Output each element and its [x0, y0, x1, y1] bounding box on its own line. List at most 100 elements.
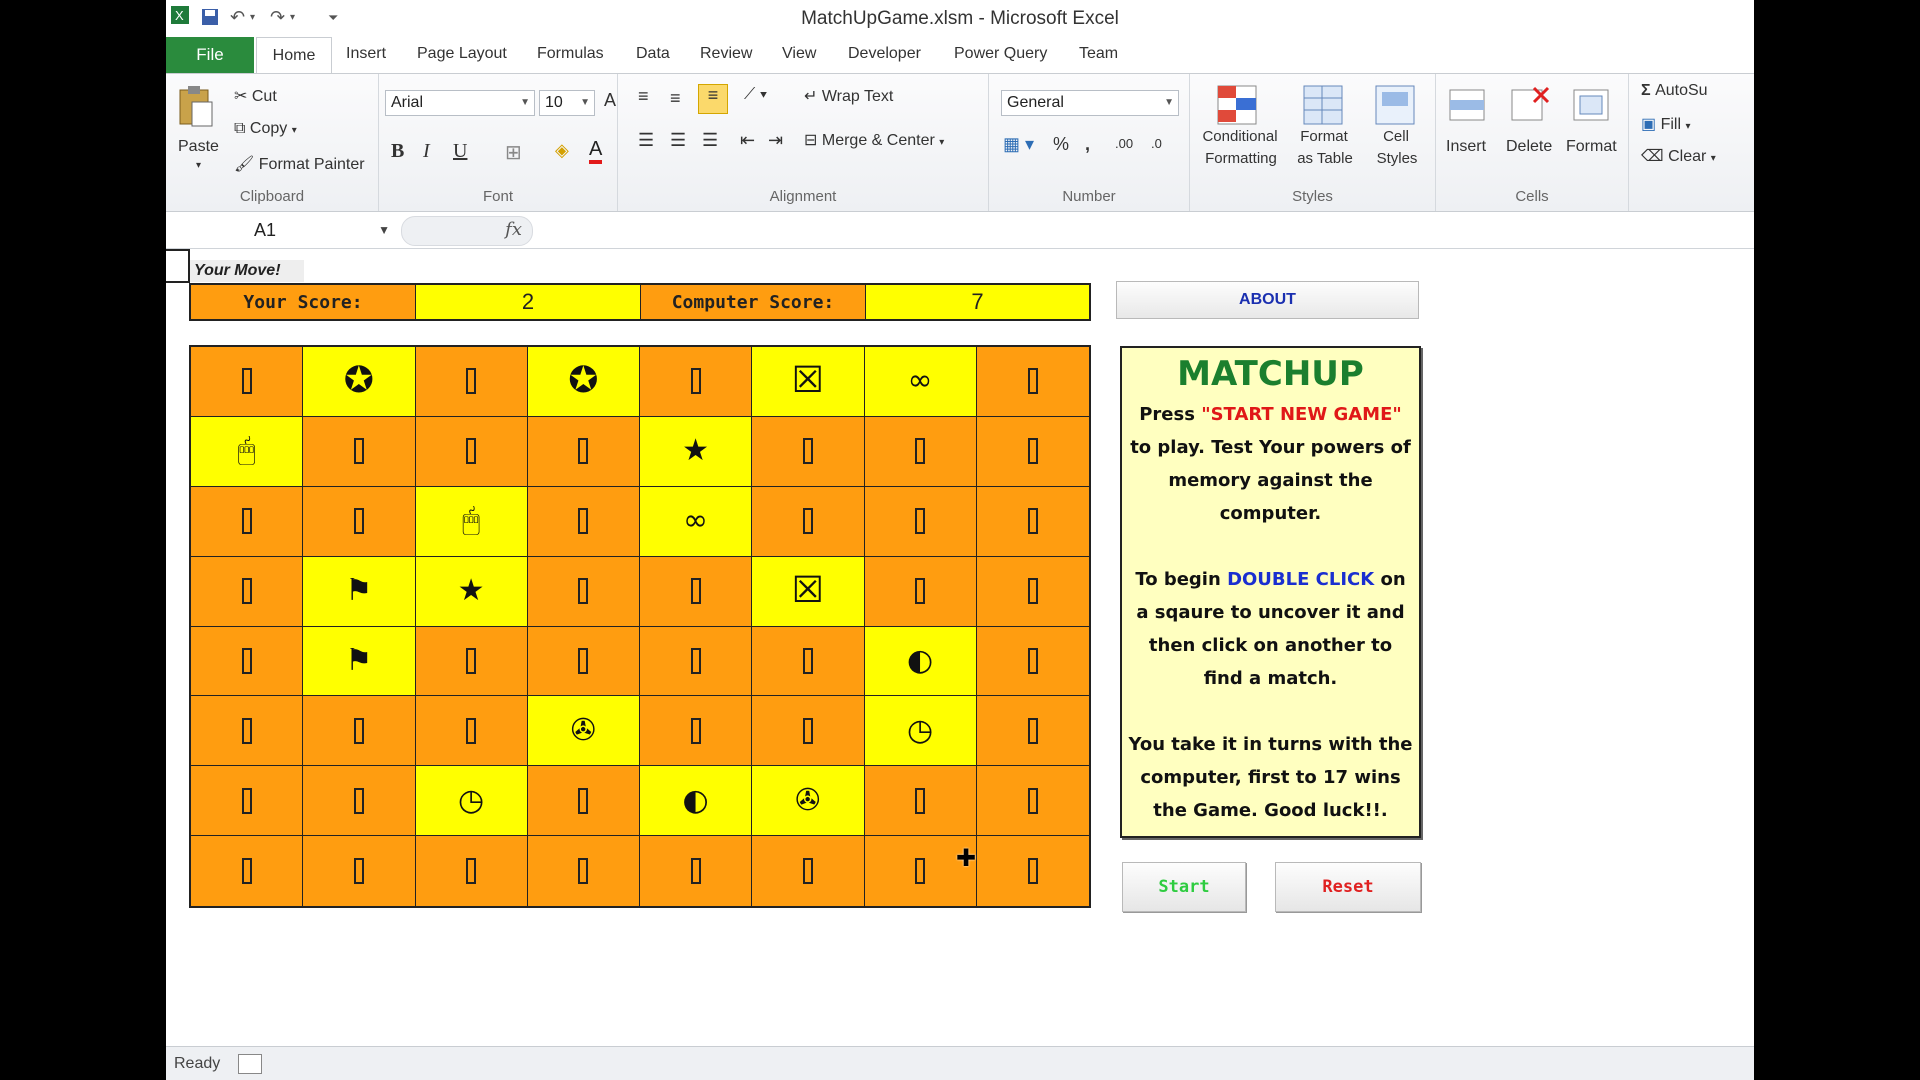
tab-team[interactable]: Team	[1079, 45, 1118, 63]
insert-cells-icon[interactable]	[1446, 84, 1488, 126]
decrease-indent-icon[interactable]: ⇤	[740, 130, 755, 151]
board-cell[interactable]: ◷	[415, 766, 528, 837]
cell-styles-label-2[interactable]: Styles	[1370, 150, 1424, 167]
number-format-combo[interactable]: General ▼	[1001, 90, 1179, 116]
format-cells-label[interactable]: Format	[1566, 138, 1617, 156]
format-as-table-icon[interactable]	[1302, 84, 1344, 126]
board-cell[interactable]	[864, 766, 977, 837]
board-cell[interactable]	[191, 486, 304, 557]
board-cell[interactable]: ☒	[752, 347, 865, 417]
conditional-formatting-label-2[interactable]: Formatting	[1196, 150, 1286, 167]
board-cell[interactable]: ∞	[640, 486, 753, 557]
paste-label[interactable]: Paste	[178, 138, 219, 156]
board-cell[interactable]: ✇	[752, 766, 865, 837]
worksheet[interactable]: Your Move! Your Score: 2 Computer Score:…	[166, 249, 1754, 1046]
board-cell[interactable]	[191, 766, 304, 837]
tab-power-query[interactable]: Power Query	[954, 45, 1047, 63]
board-cell[interactable]	[191, 347, 304, 417]
board-cell[interactable]	[303, 696, 416, 767]
delete-cells-label[interactable]: Delete	[1506, 138, 1552, 156]
board-cell[interactable]	[527, 486, 640, 557]
tab-home[interactable]: Home	[256, 37, 332, 74]
tab-file[interactable]: File	[166, 37, 254, 73]
underline-button[interactable]: U	[453, 140, 467, 163]
board-cell[interactable]: ◐	[640, 766, 753, 837]
board-cell[interactable]	[303, 836, 416, 906]
board-cell[interactable]	[640, 836, 753, 906]
tab-data[interactable]: Data	[636, 45, 670, 63]
start-button[interactable]: Start	[1122, 862, 1246, 912]
cell-styles-label-1[interactable]: Cell	[1376, 128, 1416, 145]
board-cell[interactable]: ⚑	[303, 626, 416, 697]
tab-view[interactable]: View	[782, 45, 816, 63]
board-cell[interactable]	[303, 416, 416, 487]
board-cell[interactable]	[640, 696, 753, 767]
board-cell[interactable]	[415, 626, 528, 697]
board-cell[interactable]: 🖱	[415, 486, 528, 557]
about-button[interactable]: ABOUT	[1116, 281, 1419, 319]
board-cell[interactable]	[976, 626, 1089, 697]
grow-font-icon[interactable]: A	[604, 90, 616, 111]
board-cell[interactable]	[752, 626, 865, 697]
board-cell[interactable]: ◷	[864, 696, 977, 767]
board-cell[interactable]	[303, 766, 416, 837]
tab-insert[interactable]: Insert	[346, 45, 386, 63]
clear-button[interactable]: ⌫ Clear ▾	[1641, 146, 1716, 166]
tab-page-layout[interactable]: Page Layout	[417, 45, 507, 63]
align-left-icon[interactable]: ☰	[638, 130, 654, 151]
italic-button[interactable]: I	[423, 140, 430, 163]
board-cell[interactable]	[752, 696, 865, 767]
reset-button[interactable]: Reset	[1275, 862, 1421, 912]
paste-button[interactable]	[176, 84, 216, 133]
align-top-icon[interactable]: ≡	[638, 86, 649, 107]
board-cell[interactable]	[527, 766, 640, 837]
board-cell[interactable]	[976, 766, 1089, 837]
board-cell[interactable]	[415, 836, 528, 906]
conditional-formatting-icon[interactable]	[1216, 84, 1258, 126]
board-cell[interactable]	[976, 486, 1089, 557]
board-cell[interactable]	[415, 696, 528, 767]
board-cell[interactable]	[976, 696, 1089, 767]
paste-dropdown-icon[interactable]: ▾	[196, 160, 201, 171]
merge-center-button[interactable]: ⊟ Merge & Center ▾	[804, 130, 944, 150]
board-cell[interactable]	[415, 416, 528, 487]
board-cell[interactable]	[527, 416, 640, 487]
tab-formulas[interactable]: Formulas	[537, 45, 604, 63]
board-cell[interactable]: ◐	[864, 626, 977, 697]
board-cell[interactable]: ∞	[864, 347, 977, 417]
board-cell[interactable]	[191, 836, 304, 906]
increase-indent-icon[interactable]: ⇥	[768, 130, 783, 151]
board-cell[interactable]	[527, 556, 640, 627]
board-cell[interactable]	[976, 416, 1089, 487]
align-center-icon[interactable]: ☰	[670, 130, 686, 151]
wrap-text-button[interactable]: ↵ Wrap Text	[804, 86, 893, 106]
font-color-icon[interactable]: A	[589, 138, 603, 164]
currency-icon[interactable]: ▦ ▾	[1003, 134, 1034, 155]
board-cell[interactable]	[527, 836, 640, 906]
board-cell[interactable]	[864, 486, 977, 557]
board-cell[interactable]	[976, 836, 1089, 906]
board-cell[interactable]	[640, 556, 753, 627]
autosum-button[interactable]: Σ AutoSu	[1641, 82, 1708, 100]
board-cell[interactable]	[191, 626, 304, 697]
board-cell[interactable]	[191, 696, 304, 767]
board-cell[interactable]	[752, 486, 865, 557]
macro-record-icon[interactable]	[238, 1054, 262, 1074]
selected-cell-a1[interactable]	[166, 249, 190, 283]
board-cell[interactable]: 🖱	[191, 416, 304, 487]
board-cell[interactable]	[752, 836, 865, 906]
fill-button[interactable]: ▣ Fill ▾	[1641, 114, 1691, 134]
bold-button[interactable]: B	[391, 140, 404, 163]
board-cell[interactable]	[864, 556, 977, 627]
font-name-combo[interactable]: Arial ▼	[385, 90, 535, 116]
copy-button[interactable]: ⧉ Copy ▾	[234, 120, 297, 138]
name-box[interactable]: A1 ▼	[166, 215, 396, 245]
fill-color-icon[interactable]: ◈	[555, 140, 569, 161]
tab-developer[interactable]: Developer	[848, 45, 921, 63]
board-cell[interactable]	[640, 626, 753, 697]
board-cell[interactable]	[415, 347, 528, 417]
board-cell[interactable]	[976, 556, 1089, 627]
board-cell[interactable]	[976, 347, 1089, 417]
format-as-table-label-2[interactable]: as Table	[1292, 150, 1358, 167]
board-cell[interactable]	[640, 347, 753, 417]
